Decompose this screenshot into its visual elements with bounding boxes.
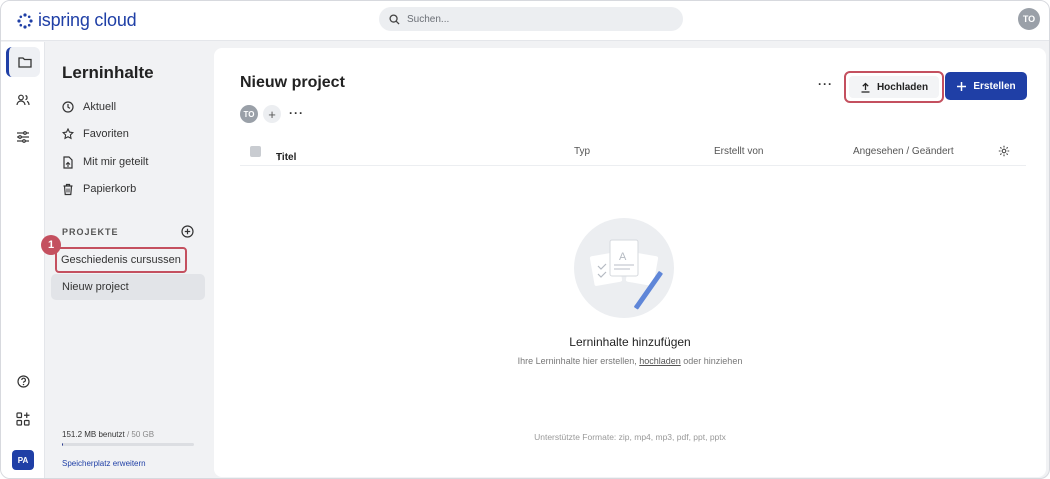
sort-up-icon: ↑ [276,152,281,163]
rail-content-button[interactable] [6,47,40,77]
column-type[interactable]: Typ [574,146,590,157]
trash-icon [63,183,73,195]
logo[interactable]: ispring cloud [16,10,137,31]
create-label: Erstellen [973,80,1016,92]
sidebar-item-favorites[interactable]: Favoriten [62,124,129,144]
projects-heading: PROJEKTE [62,227,119,237]
sliders-icon [17,131,29,143]
storage-bar [62,443,194,446]
column-settings-icon[interactable] [998,145,1010,157]
project-label: Nieuw project [62,281,129,293]
supported-formats: Unterstützte Formate: zip, mp4, mp3, pdf… [534,432,726,442]
rail-users-button[interactable] [6,85,40,115]
upload-button-highlight: Hochladen [844,71,944,103]
empty-sub-text-b: oder hinziehen [680,356,743,366]
upload-link[interactable]: hochladen [639,356,681,366]
column-created-by[interactable]: Erstellt von [714,146,763,157]
storage-usage: 151.2 MB benutzt / 50 GB [62,430,154,439]
sidebar-item-trash[interactable]: Papierkorb [62,179,136,199]
search-icon [389,13,400,25]
expand-storage-link[interactable]: Speicherplatz erweitern [62,459,146,468]
storage-used: 151.2 MB benutzt [62,430,125,439]
empty-state-subtitle: Ihre Lerninhalte hier erstellen, hochlad… [214,356,1046,366]
sidebar-item-recent[interactable]: Aktuell [62,97,116,117]
main-panel: Nieuw project TO + ··· ··· Hochladen Ers… [214,48,1046,477]
users-icon [16,94,30,106]
create-button[interactable]: Erstellen [945,72,1027,100]
user-avatar[interactable]: TO [1018,8,1040,30]
folder-icon [17,57,32,68]
star-icon [62,128,74,140]
sidebar-title: Lerninhalte [62,63,154,82]
storage-bar-fill [62,443,64,446]
app-window: ispring cloud Suchen... TO PA Lerninhalt… [0,0,1050,479]
project-label: Geschiedenis cursussen [61,254,181,266]
upload-label: Hochladen [876,81,929,93]
more-options-icon[interactable]: ··· [818,77,833,91]
plus-icon [957,81,967,91]
help-icon [16,374,30,388]
plus-icon: + [268,106,276,122]
logo-text: ispring cloud [38,10,137,30]
shared-file-icon [63,155,73,169]
page-title: Nieuw project [240,74,345,91]
rail-settings-button[interactable] [6,122,40,152]
project-item-geschiedenis[interactable]: Geschiedenis cursussen [55,247,187,273]
annotation-badge-1: 1 [41,235,61,255]
upload-icon [861,82,870,93]
sidebar-item-label: Mit mir geteilt [83,156,149,168]
nav-rail: PA [1,42,45,478]
upload-button[interactable]: Hochladen [849,76,939,98]
sidebar: Lerninhalte Aktuell Favoriten Mit mir ge… [46,42,213,478]
member-avatar[interactable]: TO [240,105,258,123]
rail-help-button[interactable] [6,366,40,396]
empty-sub-text-a: Ihre Lerninhalte hier erstellen, [517,356,640,366]
sidebar-item-label: Aktuell [83,101,117,113]
svg-text:A: A [619,251,627,263]
clock-icon [62,101,74,113]
search-input[interactable]: Suchen... [379,7,683,31]
search-placeholder: Suchen... [407,13,450,25]
workspace-avatar[interactable]: PA [12,450,34,470]
add-member-button[interactable]: + [263,105,281,123]
storage-total: / 50 GB [124,430,155,439]
empty-state-illustration: A [574,218,674,318]
ispring-logo-icon [17,12,33,29]
add-project-icon[interactable] [181,225,194,238]
table-header: Titel ↑ Typ Erstellt von Angesehen / Geä… [240,140,1026,166]
project-more-icon[interactable]: ··· [289,106,304,120]
rail-apps-button[interactable] [6,404,40,434]
top-bar: ispring cloud Suchen... TO [1,1,1049,41]
sidebar-item-label: Favoriten [83,128,129,140]
project-item-nieuw[interactable]: Nieuw project [51,274,205,300]
select-all-checkbox[interactable] [250,146,261,157]
column-viewed[interactable]: Angesehen / Geändert [853,146,954,157]
empty-state-title: Lerninhalte hinzufügen [569,335,691,349]
sidebar-item-label: Papierkorb [83,183,137,195]
sidebar-item-shared[interactable]: Mit mir geteilt [62,152,148,172]
apps-add-icon [16,412,30,426]
